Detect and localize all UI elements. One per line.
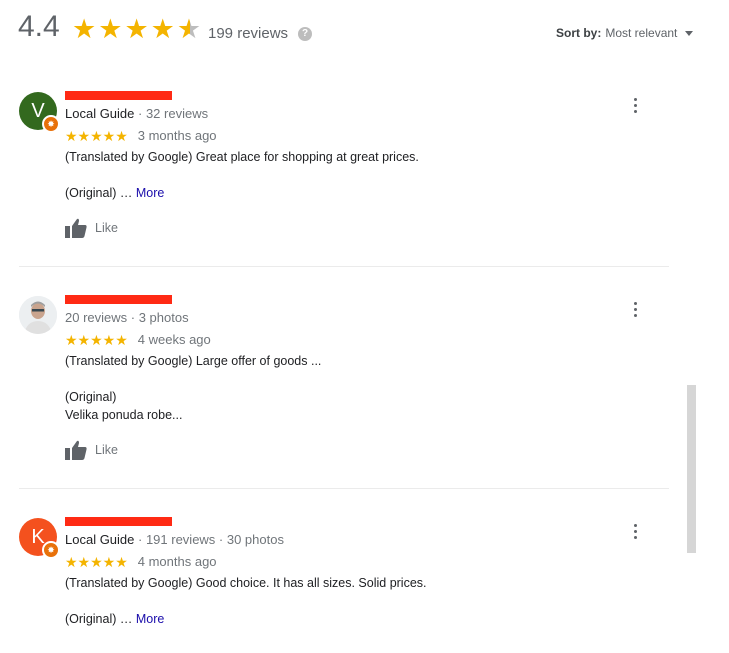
more-options-icon[interactable]	[630, 98, 640, 113]
star-icon: ★	[124, 14, 149, 44]
rating-stars: ★ ★ ★ ★ ★	[72, 14, 201, 44]
local-guide-label: Local Guide	[65, 106, 135, 121]
local-guide-badge-icon: ✸	[42, 115, 60, 133]
sort-dropdown[interactable]: Sort by: Most relevant	[556, 26, 694, 40]
scrollbar-thumb[interactable]	[687, 385, 696, 553]
review-rating: ★★★★★ 4 months ago	[65, 554, 217, 569]
more-options-icon[interactable]	[630, 524, 640, 539]
original-label: (Original)	[65, 390, 117, 404]
translated-text: (Translated by Google) Good choice. It h…	[65, 576, 427, 590]
local-guide-label: Local Guide	[65, 532, 135, 547]
reviewer-meta: Local Guide · 191 reviews · 30 photos	[65, 532, 284, 547]
help-icon[interactable]: ?	[298, 27, 312, 41]
redacted-name[interactable]	[65, 295, 172, 304]
original-text: (Original) …	[65, 186, 136, 200]
review-stars: ★★★★★	[65, 333, 128, 347]
more-link[interactable]: More	[136, 186, 164, 200]
review-count[interactable]: 199 reviews	[208, 25, 288, 42]
star-icon: ★	[72, 14, 97, 44]
dropdown-caret-icon	[685, 30, 694, 36]
sort-value: Most relevant	[605, 26, 678, 40]
translated-text: (Translated by Google) Large offer of go…	[65, 354, 322, 368]
avatar[interactable]	[19, 296, 57, 334]
review-text: (Translated by Google) Good choice. It h…	[65, 574, 427, 628]
original-text: (Original) …	[65, 612, 136, 626]
more-options-icon[interactable]	[630, 302, 640, 317]
thumbs-up-icon	[65, 218, 87, 238]
reviewer-stats: · 191 reviews · 30 photos	[134, 532, 284, 547]
review-date: 4 weeks ago	[137, 332, 211, 347]
review-date: 4 months ago	[137, 554, 217, 569]
reviews-header: 4.4 ★ ★ ★ ★ ★ 199 reviews ? Sort by: Mos…	[0, 0, 729, 60]
stars-icon: ★★★★★	[65, 127, 128, 144]
review-stars: ★★★★★	[65, 555, 128, 569]
profile-photo-icon	[19, 296, 57, 334]
average-rating: 4.4	[18, 10, 60, 43]
stars-icon: ★★★★★	[65, 553, 128, 570]
more-link[interactable]: More	[136, 612, 164, 626]
review-rating: ★★★★★ 3 months ago	[65, 128, 217, 143]
like-button[interactable]: Like	[65, 440, 118, 460]
star-icon: ★	[150, 14, 175, 44]
review-stars: ★★★★★	[65, 129, 128, 143]
local-guide-badge-icon: ✸	[42, 541, 60, 559]
divider	[19, 488, 669, 489]
reviewer-stats: · 32 reviews	[134, 106, 209, 121]
sort-label: Sort by:	[556, 26, 602, 40]
original-text: Velika ponuda robe...	[65, 408, 183, 422]
thumbs-up-icon	[65, 440, 87, 460]
redacted-name[interactable]	[65, 91, 172, 100]
review-text: (Translated by Google) Large offer of go…	[65, 352, 321, 424]
reviewer-meta: 20 reviews · 3 photos	[65, 310, 189, 325]
redacted-name[interactable]	[65, 517, 172, 526]
review-rating: ★★★★★ 4 weeks ago	[65, 332, 211, 347]
review-text: (Translated by Google) Great place for s…	[65, 148, 419, 202]
like-label: Like	[95, 443, 118, 457]
divider	[19, 266, 669, 267]
translated-text: (Translated by Google) Great place for s…	[65, 150, 419, 164]
review-date: 3 months ago	[137, 128, 217, 143]
reviewer-meta: Local Guide · 32 reviews	[65, 106, 208, 121]
star-icon: ★	[98, 14, 123, 44]
like-button[interactable]: Like	[65, 218, 118, 238]
stars-icon: ★★★★★	[65, 331, 128, 348]
half-star-icon: ★	[176, 14, 202, 44]
avatar[interactable]: V ✸	[19, 92, 60, 133]
avatar[interactable]: K ✸	[19, 518, 60, 559]
like-label: Like	[95, 221, 118, 235]
